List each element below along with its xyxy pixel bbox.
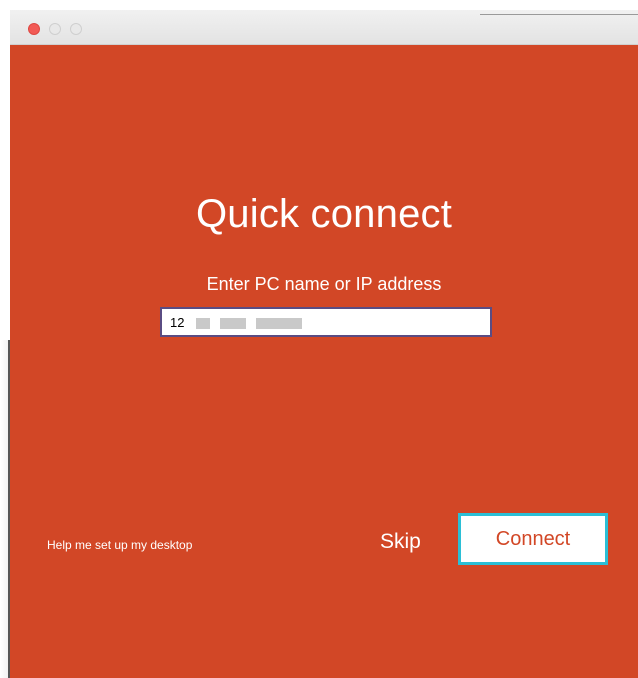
connect-button[interactable]: Connect <box>458 513 608 565</box>
redacted-text <box>196 318 210 329</box>
pc-name-label: Enter PC name or IP address <box>206 274 442 294</box>
minimize-icon[interactable] <box>49 23 61 35</box>
help-setup-link[interactable]: Help me set up my desktop <box>47 538 192 552</box>
maximize-icon[interactable] <box>70 23 82 35</box>
close-icon[interactable] <box>28 23 40 35</box>
title-bar-edge <box>480 14 638 15</box>
window-shadow <box>0 340 10 678</box>
redacted-text <box>256 318 302 329</box>
skip-button[interactable]: Skip <box>378 526 423 558</box>
title-bar <box>10 10 638 45</box>
redacted-text <box>220 318 246 329</box>
page-title: Quick connect <box>195 192 453 236</box>
quick-connect-window: Quick connect Enter PC name or IP addres… <box>10 10 638 678</box>
